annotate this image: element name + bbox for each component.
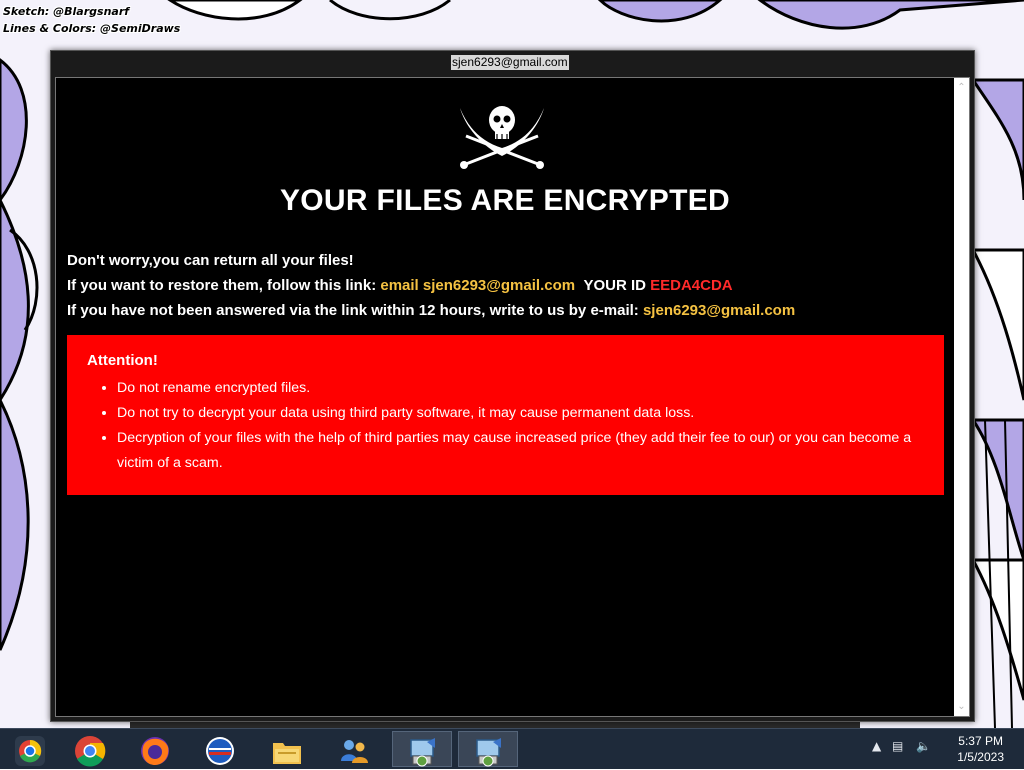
volume-icon[interactable]: 🔈: [916, 739, 931, 753]
taskbar-installer-2[interactable]: [458, 731, 518, 767]
restore-prefix: If you want to restore them, follow this…: [67, 277, 381, 294]
installer-icon: [410, 738, 435, 767]
installer-icon: [476, 738, 501, 767]
system-tray: ▲ ▤ 🔈 5:37 PM 1/5/2023: [864, 729, 1024, 769]
taskbar-clock[interactable]: 5:37 PM 1/5/2023: [957, 733, 1004, 765]
network-icon[interactable]: ▤: [892, 739, 903, 753]
credit-line-colors: Lines & Colors: @SemiDraws: [3, 22, 181, 35]
firefox-icon: [141, 737, 169, 765]
attention-panel: Attention! Do not rename encrypted files…: [67, 335, 944, 495]
show-hidden-icons-icon[interactable]: ▲: [872, 739, 881, 753]
window-title: sjen6293@gmail.com: [451, 55, 569, 70]
your-id-label: YOUR ID: [583, 277, 646, 294]
credit-line-sketch: Sketch: @Blargsnarf: [3, 5, 130, 18]
fallback-email: sjen6293@gmail.com: [642, 302, 796, 319]
window-titlebar[interactable]: sjen6293@gmail.com: [51, 51, 974, 75]
skull-crossed-swords-icon: [460, 106, 544, 169]
start-orb-icon: [15, 736, 45, 766]
clock-time: 5:37 PM: [958, 734, 1003, 748]
taskbar-firefox[interactable]: [125, 731, 185, 767]
fallback-prefix: If you have not been answered via the li…: [67, 302, 643, 319]
ransom-window[interactable]: sjen6293@gmail.com YOUR FILES ARE ENCRYP…: [50, 50, 975, 722]
attention-item: Do not rename encrypted files.: [117, 376, 944, 401]
taskbar-chrome[interactable]: [60, 731, 120, 767]
headline: YOUR FILES ARE ENCRYPTED: [279, 184, 731, 217]
chrome-icon: [75, 736, 106, 767]
file-explorer-icon: [273, 743, 301, 764]
start-button[interactable]: [0, 731, 60, 767]
fallback-email-line: If you have not been answered via the li…: [67, 298, 947, 323]
vertical-scrollbar[interactable]: ⌃ ⌄: [954, 78, 969, 716]
victim-id-value: EEDA4CDA: [650, 277, 733, 294]
opera-icon: [206, 737, 234, 765]
taskbar: ▲ ▤ 🔈 5:37 PM 1/5/2023: [0, 728, 1024, 769]
scroll-down-arrow-icon[interactable]: ⌄: [954, 699, 969, 714]
attention-list: Do not rename encrypted files. Do not tr…: [67, 376, 944, 476]
taskbar-network-people[interactable]: [324, 731, 384, 767]
restore-instruction-line: If you want to restore them, follow this…: [67, 273, 947, 298]
attention-item: Do not try to decrypt your data using th…: [117, 401, 944, 426]
scroll-up-arrow-icon[interactable]: ⌃: [954, 80, 969, 95]
taskbar-installer-1[interactable]: [392, 731, 452, 767]
attention-item: Decryption of your files with the help o…: [117, 426, 944, 476]
taskbar-browser[interactable]: [190, 731, 250, 767]
network-people-icon: [341, 740, 368, 763]
contact-email-link[interactable]: email sjen6293@gmail.com: [380, 277, 575, 294]
taskbar-file-explorer[interactable]: [257, 731, 317, 767]
reassurance-line: Don't worry,you can return all your file…: [67, 252, 354, 269]
message-lines: Don't worry,you can return all your file…: [67, 248, 947, 323]
wallpaper-credit: Sketch: @Blargsnarf Lines & Colors: @Sem…: [3, 3, 180, 37]
attention-title: Attention!: [87, 352, 158, 369]
ransom-note-content: YOUR FILES ARE ENCRYPTED Don't worry,you…: [55, 77, 970, 717]
clock-date: 1/5/2023: [957, 750, 1004, 764]
